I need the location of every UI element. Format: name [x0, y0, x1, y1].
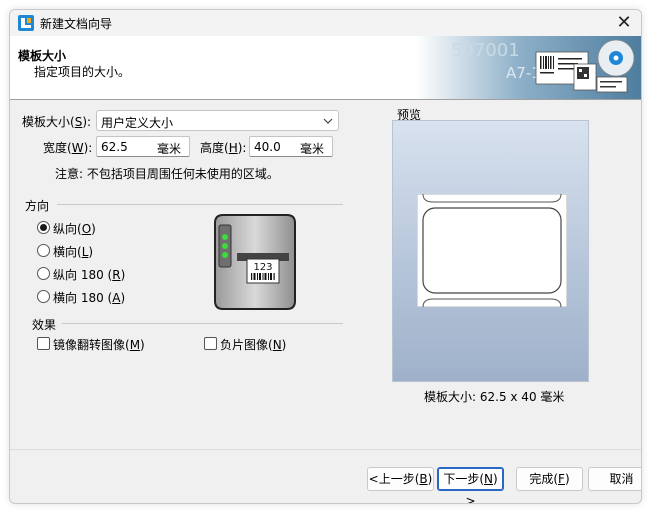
negative-image-label[interactable]: 负片图像(N)	[220, 336, 286, 353]
page-subtitle: 指定项目的大小。	[34, 65, 131, 79]
mirror-image-checkbox[interactable]	[37, 337, 50, 350]
cancel-button[interactable]: 取消	[588, 467, 641, 491]
preview-caption: 模板大小: 62.5 x 40 毫米	[424, 390, 565, 404]
template-size-label: 模板大小(S):	[22, 115, 92, 129]
radio-portrait-label[interactable]: 纵向(O)	[53, 220, 96, 237]
close-icon[interactable]: ✕	[607, 10, 641, 36]
height-label: 高度(H):	[200, 141, 247, 155]
next-button[interactable]: 下一步(N) >	[437, 467, 504, 503]
label-preview-icon	[417, 194, 567, 307]
page-title: 模板大小	[18, 49, 67, 63]
radio-landscape-180-label[interactable]: 横向 180 (A)	[53, 289, 125, 306]
title-bar: 新建文档向导 ✕	[10, 10, 641, 36]
radio-landscape-180[interactable]	[37, 290, 50, 303]
radio-landscape-label[interactable]: 横向(L)	[53, 243, 93, 260]
template-size-dropdown[interactable]: 用户定义大小	[96, 110, 339, 131]
radio-portrait-180[interactable]	[37, 267, 50, 280]
wizard-window: 新建文档向导 ✕ 模板大小 指定项目的大小。 597001 A7-118 模板大…	[9, 9, 642, 504]
radio-portrait[interactable]	[37, 221, 50, 234]
negative-image-checkbox[interactable]	[204, 337, 217, 350]
printer-icon: 123	[214, 214, 296, 310]
preview-panel	[392, 120, 589, 382]
svg-text:123: 123	[253, 262, 272, 273]
template-size-value: 用户定义大小	[101, 116, 174, 130]
width-label: 宽度(W):	[43, 141, 93, 155]
effects-divider	[62, 323, 343, 324]
svg-text:597001: 597001	[451, 40, 520, 61]
app-logo-icon	[18, 15, 34, 31]
height-input[interactable]: 40.0 毫米	[249, 136, 333, 157]
width-input[interactable]: 62.5 毫米	[96, 136, 190, 157]
radio-landscape[interactable]	[37, 244, 50, 257]
orientation-group-title: 方向	[25, 199, 50, 213]
back-button[interactable]: <上一步(B)	[367, 467, 434, 491]
window-title: 新建文档向导	[40, 17, 113, 31]
radio-portrait-180-label[interactable]: 纵向 180 (R)	[53, 266, 125, 283]
footer-divider	[10, 449, 641, 450]
chevron-down-icon	[323, 118, 333, 124]
effects-group-title: 效果	[32, 318, 57, 332]
header-banner-icon: 597001 A7-118	[416, 36, 641, 99]
finish-button[interactable]: 完成(F)	[516, 467, 583, 491]
mirror-image-label[interactable]: 镜像翻转图像(M)	[53, 336, 145, 353]
wizard-header: 模板大小 指定项目的大小。 597001 A7-118	[10, 36, 641, 100]
note-text: 注意: 不包括项目周围任何未使用的区域。	[55, 167, 279, 181]
orientation-divider	[57, 204, 343, 205]
